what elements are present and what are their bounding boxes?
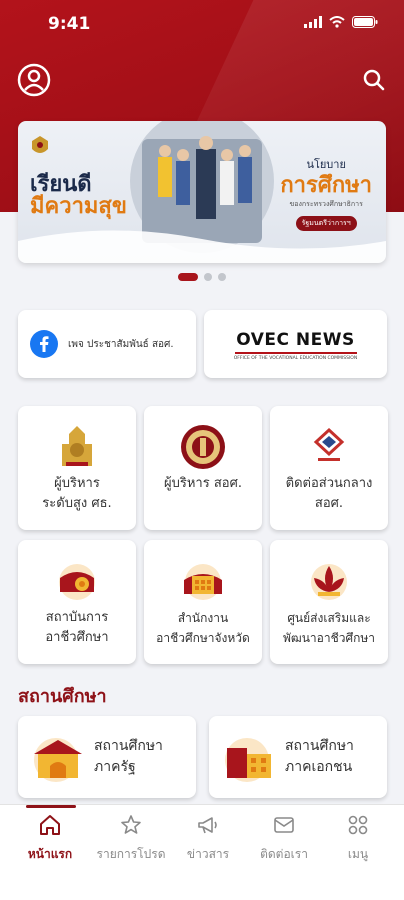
status-icons [304,16,378,28]
school-private-label: สถานศึกษา ภาคเอกชน [285,738,354,775]
ovec-news-card[interactable]: OVEC NEWS OFFICE OF THE VOCATIONAL EDUCA… [204,310,387,378]
ovec-news-title: OVEC NEWS [236,330,355,350]
banner-slogan-line2: มีความสุข [30,193,127,219]
tab-menu-label: เมนู [347,847,369,861]
mail-icon [274,817,294,833]
tile-ovec-executives[interactable]: ผู้บริหาร สอศ. [144,406,262,530]
tab-favorites-label: รายการโปรด [96,847,166,861]
ministry-logo-icon [313,427,345,461]
tile-vocational-institutes[interactable]: สถาบันการ อาชีวศึกษา [18,540,136,664]
signal-icon [304,16,322,28]
bottom-tab-bar: หน้าแรก รายการโปรด ข่าวสาร ติดต่อเรา เมน… [0,804,404,900]
grid-icon [348,815,368,835]
private-school-icon [225,738,271,782]
carousel-dot-2[interactable] [204,273,212,281]
banner-policy-pill: รัฐมนตรีว่าการฯ [295,216,357,231]
facebook-page-card[interactable]: เพจ ประชาสัมพันธ์ สอศ. [18,310,196,378]
wifi-icon [329,16,345,28]
tile-label: ติดต่อส่วนกลาง สอศ. [285,476,373,511]
tile-senior-executives[interactable]: ผู้บริหาร ระดับสูง ศธ. [18,406,136,530]
office-building-icon [184,564,222,600]
emblem-icon [62,426,92,466]
status-time: 9:41 [48,14,91,34]
ovec-news-subtitle: OFFICE OF THE VOCATIONAL EDUCATION COMMI… [233,356,358,361]
carousel-dot-3[interactable] [218,273,226,281]
facebook-icon [30,330,58,358]
carousel-dot-1[interactable] [178,273,198,281]
school-public-label: สถานศึกษา ภาครัฐ [94,738,163,775]
banner-policy-line1: นโยบาย [306,158,346,171]
tile-label: ผู้บริหาร สอศ. [164,476,242,491]
carousel-dots [0,273,404,281]
tab-home[interactable]: หน้าแรก [10,813,90,864]
tab-contact[interactable]: ติดต่อเรา [244,813,324,864]
tile-label: สถาบันการ อาชีวศึกษา [45,610,109,645]
active-tab-indicator [26,805,76,808]
status-bar: 9:41 [0,0,404,48]
user-icon [17,63,51,97]
section-title: สถานศึกษา [18,686,107,707]
tab-menu[interactable]: เมนู [318,813,398,864]
tile-provincial-offices[interactable]: สำนักงาน อาชีวศึกษาจังหวัด [144,540,262,664]
tab-news[interactable]: ข่าวสาร [168,813,248,864]
tile-label: ศูนย์ส่งเสริมและ พัฒนาอาชีวศึกษา [282,611,376,645]
banner-slogan-line1: เรียนดี [30,171,92,197]
banner-policy-line2: การศึกษา [280,173,372,198]
facebook-page-label: เพจ ประชาสัมพันธ์ สอศ. [68,338,174,350]
search-button[interactable] [356,62,392,98]
promo-banner[interactable]: เรียนดี มีความสุข นโยบาย การศึกษา ของกระ… [18,121,386,263]
school-public-card[interactable]: สถานศึกษา ภาครัฐ [18,716,196,798]
banner-policy-line3: ของกระทรวงศึกษาธิการ [289,200,363,208]
lotus-icon [311,564,347,600]
school-private-card[interactable]: สถานศึกษา ภาคเอกชน [209,716,387,798]
tab-favorites[interactable]: รายการโปรด [91,813,171,864]
ovec-seal-icon [181,425,225,469]
star-icon [121,815,141,834]
tab-home-label: หน้าแรก [27,847,73,861]
search-icon [363,69,385,91]
tab-contact-label: ติดต่อเรา [260,847,308,861]
tile-contact-central[interactable]: ติดต่อส่วนกลาง สอศ. [270,406,388,530]
battery-icon [352,16,378,28]
institute-icon [59,564,95,600]
tile-label: ผู้บริหาร ระดับสูง ศธ. [42,476,112,511]
megaphone-icon [198,817,217,834]
ovec-news-divider [234,352,357,354]
tile-label: สำนักงาน อาชีวศึกษาจังหวัด [156,611,250,645]
home-icon [40,815,60,835]
banner-slogan: เรียนดี มีความสุข [30,173,127,217]
tile-promotion-center[interactable]: ศูนย์ส่งเสริมและ พัฒนาอาชีวศึกษา [270,540,388,664]
tab-news-label: ข่าวสาร [186,847,230,861]
public-school-icon [34,738,82,782]
profile-button[interactable] [16,62,52,98]
banner-policy: นโยบาย การศึกษา ของกระทรวงศึกษาธิการ รัฐ… [280,155,372,231]
